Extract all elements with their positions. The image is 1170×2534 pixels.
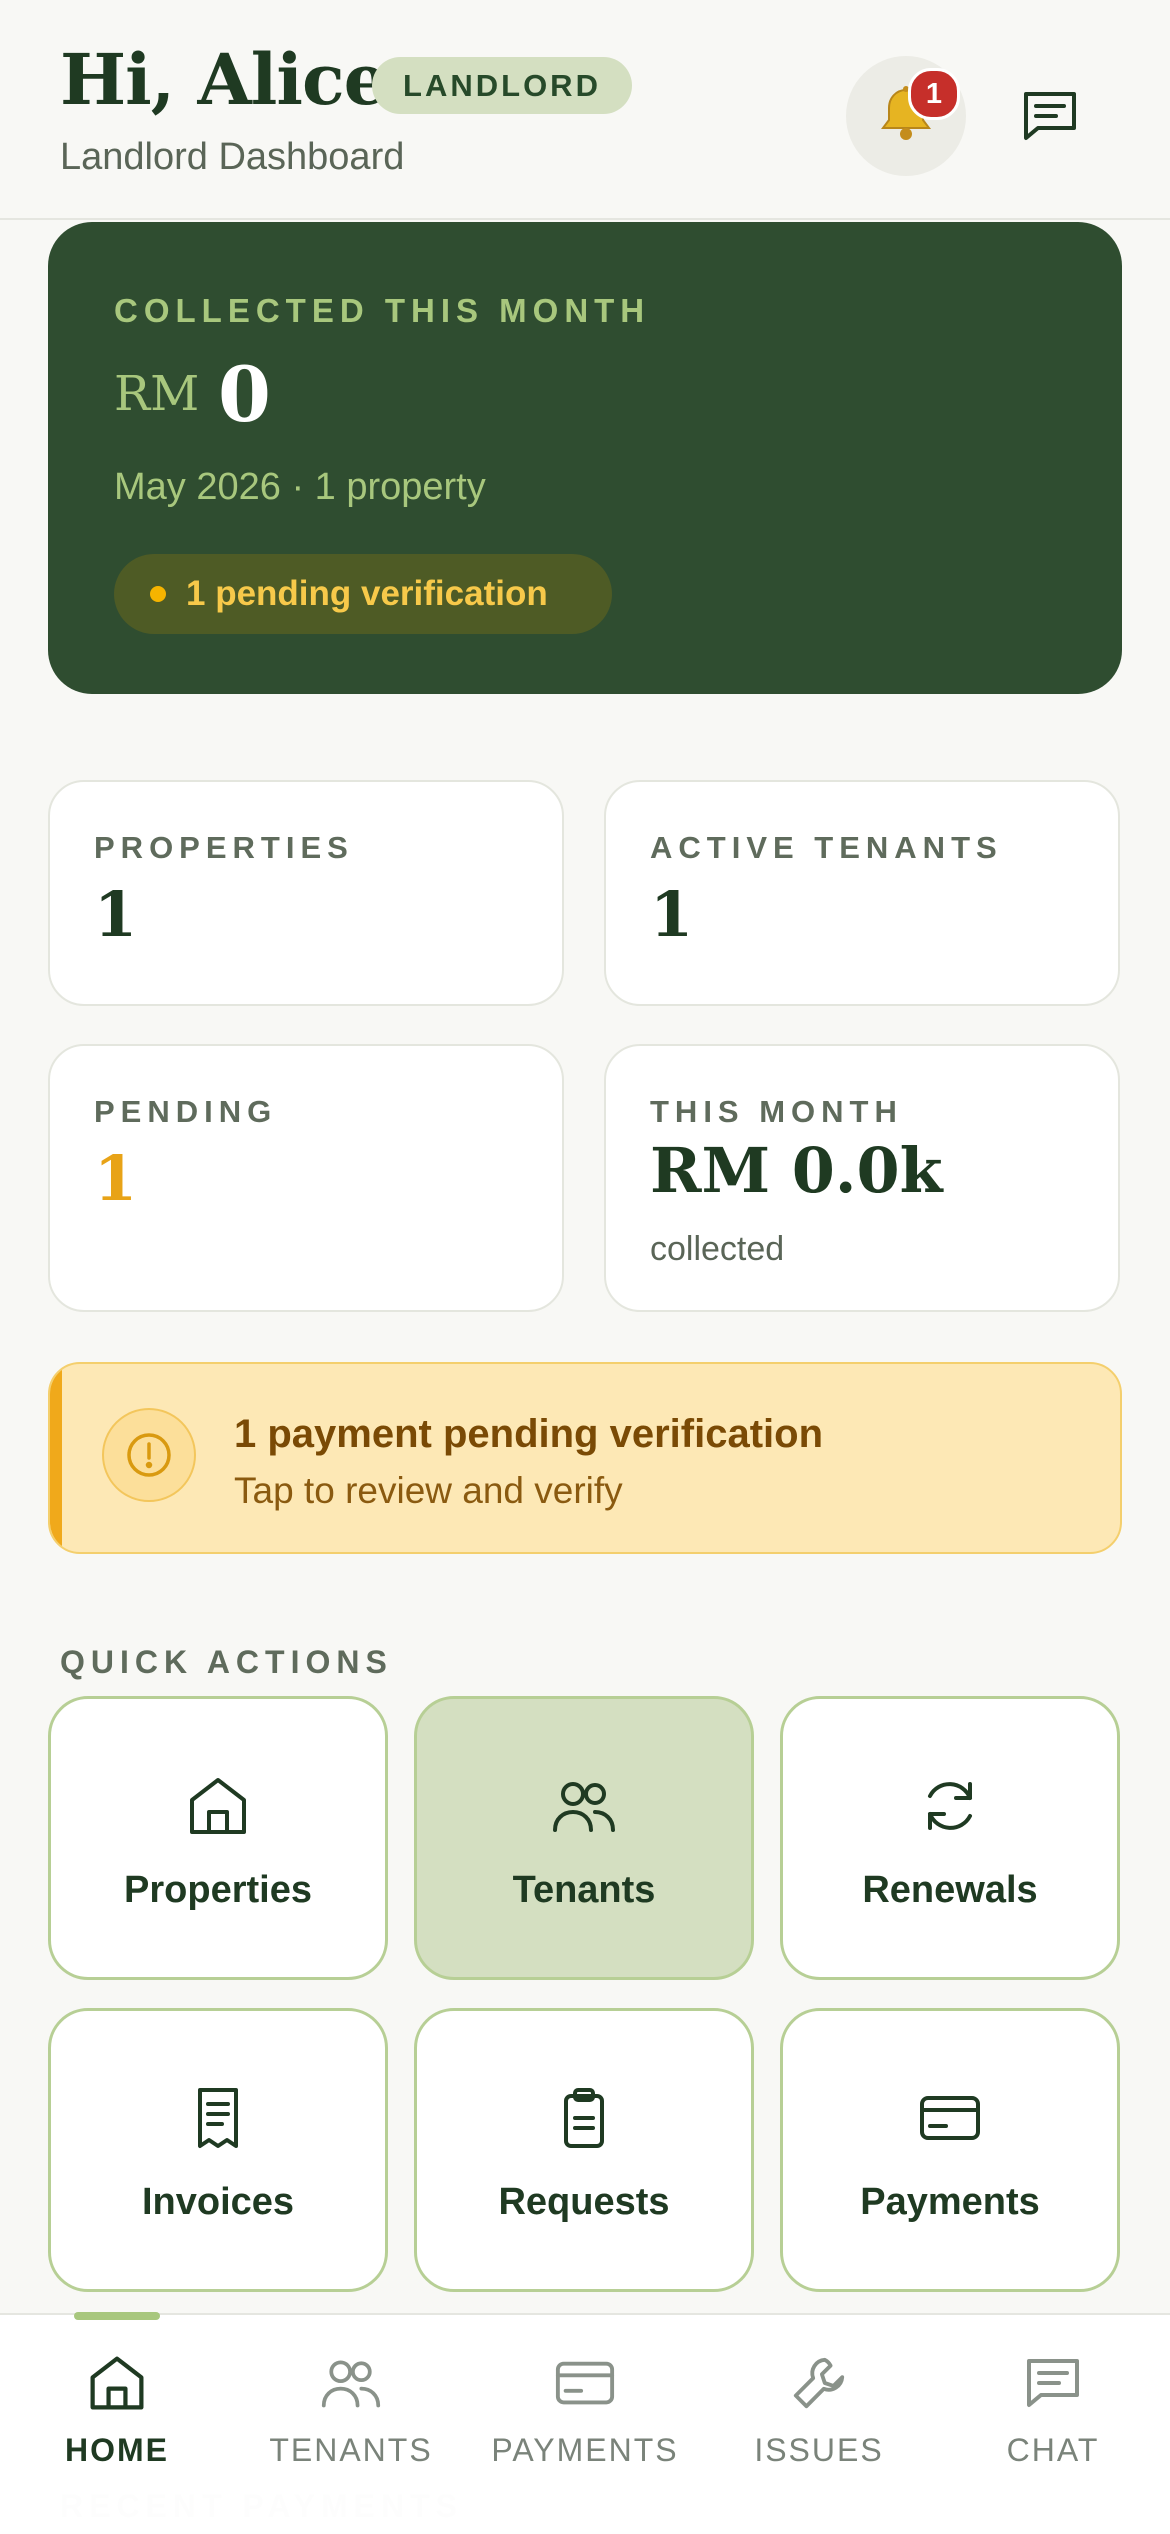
receipt-icon xyxy=(194,2086,242,2155)
collected-amount: 0 xyxy=(218,350,271,439)
pending-verification-pill[interactable]: 1 pending verification xyxy=(114,554,612,634)
pending-pill-label: 1 pending verification xyxy=(186,574,548,613)
stat-value: 1 xyxy=(94,1142,138,1215)
quick-action-label: Invoices xyxy=(141,2181,295,2223)
stat-label: PENDING xyxy=(94,1094,278,1129)
role-badge: LANDLORD xyxy=(372,57,632,114)
stat-label: PROPERTIES xyxy=(94,830,354,865)
quick-action-tenants[interactable]: Tenants xyxy=(414,1696,754,1980)
stat-card-this-month[interactable]: THIS MONTH RM 0.0k collected xyxy=(604,1044,1120,1312)
nav-payments[interactable]: PAYMENTS xyxy=(468,2340,702,2490)
stat-label: ACTIVE TENANTS xyxy=(650,830,1003,865)
nav-tenants[interactable]: TENANTS xyxy=(234,2340,468,2490)
stat-value: RM 0.0k xyxy=(650,1134,943,1207)
clipboard-icon xyxy=(560,2086,608,2155)
nav-label: CHAT xyxy=(1006,2432,1100,2468)
quick-action-label: Payments xyxy=(860,2181,1040,2223)
active-tab-indicator xyxy=(74,2312,160,2320)
chat-icon xyxy=(1022,90,1078,147)
quick-action-invoices[interactable]: Invoices xyxy=(48,2008,388,2292)
pending-payment-alert[interactable]: 1 payment pending verification Tap to re… xyxy=(48,1362,1122,1554)
credit-card-icon xyxy=(554,2359,616,2412)
home-icon xyxy=(87,2353,147,2418)
alert-title: 1 payment pending verification xyxy=(234,1412,824,1456)
users-icon xyxy=(320,2356,382,2415)
notification-count-badge: 1 xyxy=(908,68,960,120)
currency-label: RM xyxy=(114,366,200,422)
users-icon xyxy=(551,1778,617,1839)
nav-label: TENANTS xyxy=(269,2432,433,2468)
quick-action-label: Tenants xyxy=(512,1869,656,1911)
nav-label: ISSUES xyxy=(754,2432,884,2468)
collected-label: COLLECTED THIS MONTH xyxy=(114,292,651,329)
alert-icon xyxy=(102,1408,196,1502)
stat-value: 1 xyxy=(650,878,694,951)
nav-label: HOME xyxy=(65,2432,169,2468)
stat-card-pending[interactable]: PENDING 1 xyxy=(48,1044,564,1312)
stat-card-properties[interactable]: PROPERTIES 1 xyxy=(48,780,564,1006)
messages-button[interactable] xyxy=(1010,86,1090,150)
stat-label: THIS MONTH xyxy=(650,1094,903,1129)
home-icon xyxy=(186,1774,250,1843)
nav-home[interactable]: HOME xyxy=(0,2340,234,2490)
wrench-icon xyxy=(790,2354,848,2417)
page-subtitle: Landlord Dashboard xyxy=(60,136,405,178)
quick-action-payments[interactable]: Payments xyxy=(780,2008,1120,2292)
quick-action-renewals[interactable]: Renewals xyxy=(780,1696,1120,1980)
quick-actions-heading: QUICK ACTIONS xyxy=(60,1644,393,1680)
refresh-icon xyxy=(920,1776,980,1841)
credit-card-icon xyxy=(918,2094,982,2147)
nav-issues[interactable]: ISSUES xyxy=(702,2340,936,2490)
quick-action-label: Properties xyxy=(124,1869,312,1911)
quick-action-properties[interactable]: Properties xyxy=(48,1696,388,1980)
nav-label: PAYMENTS xyxy=(491,2432,679,2468)
stat-value: 1 xyxy=(94,878,138,951)
alert-subtitle: Tap to review and verify xyxy=(234,1470,623,1511)
alert-accent-bar xyxy=(50,1364,62,1552)
nav-chat[interactable]: CHAT xyxy=(936,2340,1170,2490)
stat-card-active-tenants[interactable]: ACTIVE TENANTS 1 xyxy=(604,780,1120,1006)
quick-action-label: Requests xyxy=(498,2181,670,2223)
quick-action-label: Renewals xyxy=(862,1869,1038,1911)
collected-period: May 2026 · 1 property xyxy=(114,466,486,508)
quick-action-requests[interactable]: Requests xyxy=(414,2008,754,2292)
greeting: Hi, Alice xyxy=(60,38,388,121)
chat-icon xyxy=(1025,2357,1081,2414)
stat-sub-label: collected xyxy=(650,1230,785,1268)
status-dot xyxy=(150,586,166,602)
